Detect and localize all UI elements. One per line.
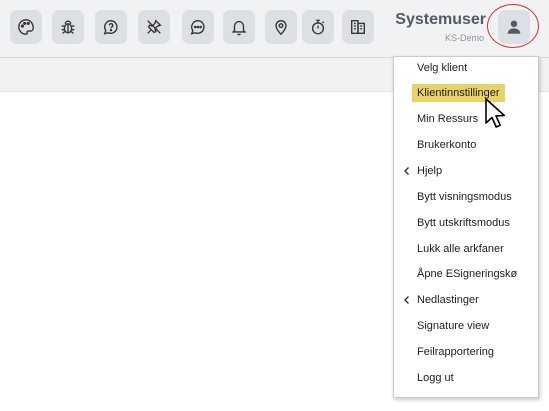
menu-item-label: Min Ressurs bbox=[417, 113, 479, 125]
building-icon[interactable] bbox=[342, 10, 374, 44]
menu-item-label: Velg klient bbox=[417, 62, 468, 74]
chat-icon[interactable] bbox=[182, 10, 214, 44]
user-client: KS-Demo bbox=[444, 33, 484, 43]
palette-icon[interactable] bbox=[10, 10, 42, 44]
menu-item-label: Signature view bbox=[417, 320, 490, 332]
menu-item-label: Hjelp bbox=[417, 165, 443, 177]
menu-item-label: Åpne ESigneringskø bbox=[417, 268, 518, 280]
menu-item-velg-klient[interactable]: Velg klient bbox=[394, 57, 538, 79]
chevron-left-icon bbox=[404, 167, 409, 175]
menu-item-hjelp[interactable]: Hjelp bbox=[394, 160, 538, 182]
stopwatch-icon[interactable] bbox=[302, 10, 334, 44]
bell-icon[interactable] bbox=[223, 10, 255, 44]
menu-item-nedlastinger[interactable]: Nedlastinger bbox=[394, 289, 538, 311]
location-pin-icon[interactable] bbox=[265, 10, 297, 44]
menu-item-label: Nedlastinger bbox=[417, 294, 479, 306]
disabled-pin-icon[interactable] bbox=[138, 10, 170, 44]
menu-item-label: Lukk alle arkfaner bbox=[417, 243, 504, 255]
menu-item-brukerkonto[interactable]: Brukerkonto bbox=[394, 134, 538, 156]
user-name: Systemuser bbox=[395, 11, 486, 28]
menu-item-apne-esigneringsko[interactable]: Åpne ESigneringskø bbox=[394, 263, 538, 285]
chevron-left-icon bbox=[404, 296, 409, 304]
menu-item-label: Bytt visningsmodus bbox=[417, 191, 512, 203]
menu-item-bytt-visningsmodus[interactable]: Bytt visningsmodus bbox=[394, 186, 538, 208]
mouse-pointer-icon bbox=[485, 98, 506, 128]
user-dropdown-menu: Velg klient Klientinnstillinger Min Ress… bbox=[393, 56, 539, 398]
menu-item-klientinnstillinger[interactable]: Klientinnstillinger bbox=[394, 82, 538, 104]
menu-item-label: Brukerkonto bbox=[417, 139, 477, 151]
avatar-button[interactable] bbox=[498, 10, 530, 44]
menu-item-min-ressurs[interactable]: Min Ressurs bbox=[394, 108, 538, 130]
help-bubble-icon[interactable] bbox=[95, 10, 127, 44]
menu-item-label: Bytt utskriftsmodus bbox=[417, 217, 510, 229]
menu-item-bytt-utskriftsmodus[interactable]: Bytt utskriftsmodus bbox=[394, 212, 538, 234]
menu-item-feilrapportering[interactable]: Feilrapportering bbox=[394, 341, 538, 363]
top-toolbar: Systemuser KS-Demo bbox=[0, 0, 549, 58]
bug-icon[interactable] bbox=[52, 10, 84, 44]
menu-item-logg-ut[interactable]: Logg ut bbox=[394, 367, 538, 389]
menu-item-label: Logg ut bbox=[417, 372, 454, 384]
user-avatar-icon bbox=[507, 20, 521, 34]
menu-item-label: Feilrapportering bbox=[417, 346, 495, 358]
menu-item-signature-view[interactable]: Signature view bbox=[394, 315, 538, 337]
menu-item-lukk-alle-arkfaner[interactable]: Lukk alle arkfaner bbox=[394, 238, 538, 260]
